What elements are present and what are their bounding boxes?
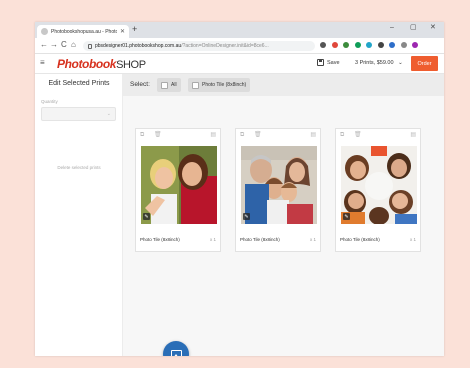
logo-text-shop: SHOP [116,59,146,71]
save-icon [317,59,324,66]
browser-window: Photobookshopusa.au - Photo ✕ + – ▢ ✕ ← … [35,22,444,356]
edit-photo-icon[interactable]: ✎ [243,213,250,220]
extension-icon[interactable] [377,42,384,48]
print-photo[interactable] [141,146,217,224]
print-name: Photo Tile (8x8inch) [340,237,380,242]
sidebar: Edit Selected Prints Quantity ⌄ Delete s… [35,74,123,356]
menu-icon[interactable]: ≡ [40,59,45,67]
close-window-button[interactable]: ✕ [430,24,436,31]
logo-text-photobook: Photobook [57,57,117,71]
trash-icon[interactable]: 🗑 [154,132,162,138]
save-label: Save [327,59,340,66]
duplicate-icon[interactable]: ⧉ [340,132,344,138]
photo-family-group [241,146,317,224]
sidebar-title: Edit Selected Prints [48,80,110,87]
reload-icon[interactable]: C [61,41,67,49]
trash-icon[interactable]: 🗑 [254,132,262,138]
address-bar[interactable]: pbsdesigner01.photobookshop.com.au/?acti… [83,41,315,51]
favicon-icon [41,28,48,35]
extension-icon[interactable] [412,42,418,48]
save-button[interactable]: Save [317,59,340,66]
logo[interactable]: PhotobookSHOP [57,56,146,73]
cart-summary-text: 3 Prints, $59.00 [355,60,394,66]
url-text: pbsdesigner01.photobookshop.com.au/?acti… [95,43,269,49]
print-photo[interactable] [241,146,317,224]
photo-children-circle [341,146,417,224]
add-photo-icon [170,349,182,356]
select-photo-tile-label: Photo Tile (8x8inch) [202,82,247,88]
order-button[interactable]: Order [411,56,438,71]
print-card[interactable]: ⧉ 🗑 ▤ ✎ Photo Tile (8x8inch) x 1 [335,128,421,252]
back-icon[interactable]: ← [40,41,48,49]
browser-tab-strip: Photobookshopusa.au - Photo ✕ + – ▢ ✕ [35,22,444,38]
select-photo-tile-checkbox[interactable] [192,81,199,89]
print-card[interactable]: ⧉ 🗑 ▤ ✎ Photo Tile (8x8inch) x 1 [235,128,321,252]
trash-icon[interactable]: 🗑 [354,132,362,138]
extension-icon[interactable] [320,42,326,48]
lock-icon [88,43,92,49]
select-label: Select: [130,81,150,88]
app-header: ≡ PhotobookSHOP Save 3 Prints, $59.00 ⌄ … [35,54,444,74]
print-qty: x 1 [309,237,316,242]
print-card[interactable]: ⧉ 🗑 ▤ ✎ Photo Tile (8x8inch) x 1 [135,128,221,252]
extension-icon[interactable] [366,42,372,48]
quantity-label: Quantity [41,99,58,104]
select-all-checkbox[interactable] [161,81,168,89]
new-tab-button[interactable]: + [132,25,137,34]
select-bar: Select: All Photo Tile (8x8inch) [123,74,444,96]
forward-icon[interactable]: → [50,41,58,49]
print-name: Photo Tile (8x8inch) [140,237,180,242]
print-photo[interactable] [341,146,417,224]
edit-photo-icon[interactable]: ✎ [143,213,150,220]
minimize-button[interactable]: – [390,24,394,31]
cart-summary-dropdown[interactable]: 3 Prints, $59.00 ⌄ [355,60,403,66]
chevron-down-icon: ⌄ [106,111,111,117]
print-qty: x 1 [209,237,216,242]
print-name: Photo Tile (8x8inch) [240,237,280,242]
edit-photo-icon[interactable]: ✎ [343,213,350,220]
tab-close-icon[interactable]: ✕ [120,29,125,35]
duplicate-icon[interactable]: ⧉ [240,132,244,138]
extension-icon[interactable] [343,42,349,48]
delete-selected-prints-link[interactable]: Delete selected prints [35,165,123,170]
extension-icon[interactable] [354,42,361,48]
add-photos-button[interactable] [163,341,189,356]
layout-icon[interactable]: ▤ [310,132,316,138]
select-all-label: All [171,82,177,88]
extension-icon[interactable] [389,42,395,48]
quantity-select[interactable]: ⌄ [41,107,116,121]
layout-icon[interactable]: ▤ [410,132,416,138]
extension-icon[interactable] [400,42,407,48]
chevron-down-icon: ⌄ [398,60,403,66]
url-host: pbsdesigner01.photobookshop.com.au [95,43,182,49]
duplicate-icon[interactable]: ⧉ [140,132,144,138]
browser-toolbar: ← → C ⌂ pbsdesigner01.photobookshop.com.… [35,38,444,54]
main-area: Select: All Photo Tile (8x8inch) ⧉ 🗑 ▤ ✎… [123,74,444,356]
select-all-chip[interactable]: All [157,78,181,92]
photo-mother-daughter [141,146,217,224]
extension-icon[interactable] [331,42,338,48]
layout-icon[interactable]: ▤ [210,132,216,138]
tab-title: Photobookshopusa.au - Photo [51,28,117,35]
print-qty: x 1 [409,237,416,242]
home-icon[interactable]: ⌂ [71,41,76,49]
browser-tab[interactable]: Photobookshopusa.au - Photo ✕ [37,25,129,38]
maximize-button[interactable]: ▢ [410,24,417,31]
select-photo-tile-chip[interactable]: Photo Tile (8x8inch) [188,78,251,92]
url-path: /?action=OnlineDesigner.init&id=8ce6... [181,43,269,49]
